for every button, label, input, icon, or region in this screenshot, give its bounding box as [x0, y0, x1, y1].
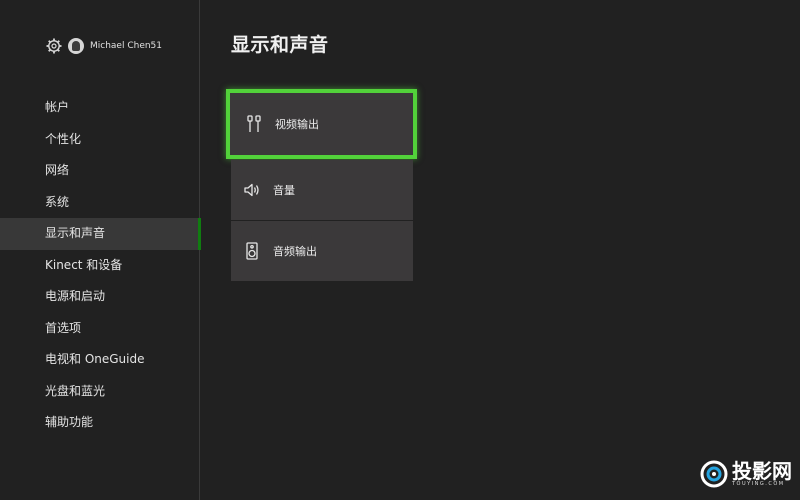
- video-output-tile[interactable]: 视频输出: [226, 89, 417, 159]
- sidebar-item-personalization[interactable]: 个性化: [0, 124, 200, 156]
- sidebar-item-tv-oneguide[interactable]: 电视和 OneGuide: [0, 344, 200, 376]
- page-title: 显示和声音: [231, 34, 329, 56]
- watermark-text: 投影网 TOUYING.COM: [732, 461, 792, 488]
- volume-label: 音量: [273, 184, 295, 197]
- sidebar-item-system[interactable]: 系统: [0, 187, 200, 219]
- audio-output-icon: [246, 242, 258, 260]
- audio-output-label: 音频输出: [273, 245, 317, 258]
- settings-sidebar: Michael Chen51 帐户 个性化 网络 系统 显示和声音 Kinect…: [0, 0, 201, 500]
- video-output-icon: [247, 115, 261, 132]
- user-profile[interactable]: Michael Chen51: [46, 37, 162, 55]
- sidebar-item-accessibility[interactable]: 辅助功能: [0, 407, 200, 439]
- user-name: Michael Chen51: [90, 41, 163, 51]
- sidebar-item-disc-bluray[interactable]: 光盘和蓝光: [0, 376, 200, 408]
- sidebar-item-preferences[interactable]: 首选项: [0, 313, 200, 345]
- avatar[interactable]: [68, 38, 84, 54]
- gear-icon[interactable]: [46, 38, 62, 54]
- camera-lens-icon: [700, 460, 728, 488]
- watermark-title: 投影网: [732, 458, 792, 483]
- sidebar-item-display-sound[interactable]: 显示和声音: [0, 218, 201, 250]
- sidebar-item-kinect-devices[interactable]: Kinect 和设备: [0, 250, 200, 282]
- watermark-logo: 投影网 TOUYING.COM: [700, 460, 792, 488]
- watermark-subtitle: TOUYING.COM: [732, 480, 785, 487]
- sidebar-item-power-startup[interactable]: 电源和启动: [0, 281, 200, 313]
- sidebar-item-network[interactable]: 网络: [0, 155, 200, 187]
- video-output-label: 视频输出: [275, 118, 319, 131]
- audio-output-tile[interactable]: 音频输出: [231, 221, 413, 281]
- speaker-icon: [244, 183, 259, 197]
- volume-tile[interactable]: 音量: [231, 160, 413, 220]
- sidebar-item-account[interactable]: 帐户: [0, 92, 200, 124]
- settings-nav: 帐户 个性化 网络 系统 显示和声音 Kinect 和设备 电源和启动 首选项 …: [0, 92, 201, 439]
